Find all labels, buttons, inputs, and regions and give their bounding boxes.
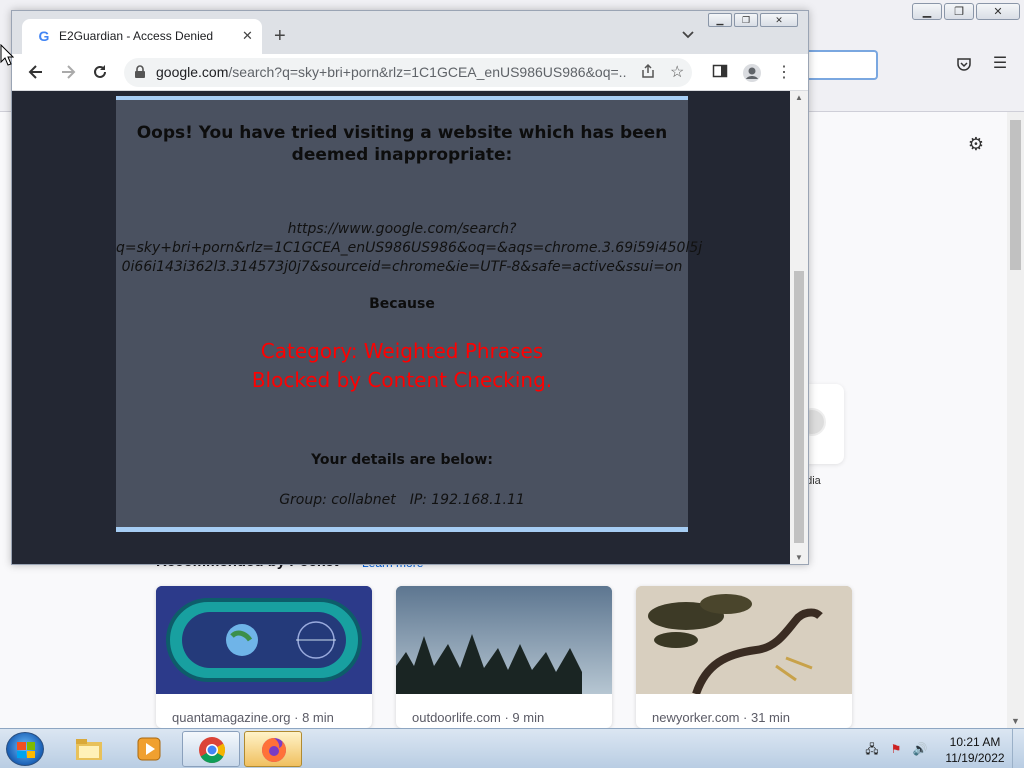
start-button[interactable] xyxy=(6,732,44,766)
pocket-story-card[interactable]: quantamagazine.org · 8 min xyxy=(156,586,372,728)
scroll-down-arrow-icon[interactable]: ▼ xyxy=(795,553,803,562)
system-tray: 🖧 ⚑ 🔊 xyxy=(864,741,928,757)
mouse-pointer-icon xyxy=(0,44,14,66)
firefox-search-input[interactable] xyxy=(806,50,878,80)
chrome-icon xyxy=(199,737,226,764)
address-bar[interactable]: google.com/search?q=sky+bri+porn&rlz=1C1… xyxy=(124,58,692,87)
tab-title: E2Guardian - Access Denied xyxy=(59,29,214,43)
url-path: /search?q=sky+bri+porn&rlz=1C1GCEA_enUS9… xyxy=(228,64,626,80)
chrome-tabstrip: G E2Guardian - Access Denied ✕ + ▁ ❐ ✕ xyxy=(12,11,808,54)
story-source: quantamagazine.org · 8 min xyxy=(172,710,334,725)
group-value: Group: collabnet xyxy=(279,492,396,508)
page-content: Oops! You have tried visiting a website … xyxy=(12,91,790,564)
maximize-button[interactable]: ❐ xyxy=(944,3,974,20)
taskbar-media-player-button[interactable] xyxy=(120,731,178,767)
reason-detail: Blocked by Content Checking. xyxy=(251,368,553,392)
details-label: Your details are below: xyxy=(311,452,493,468)
story-image xyxy=(396,586,612,694)
firefox-icon xyxy=(262,738,286,762)
share-icon[interactable] xyxy=(640,63,656,82)
chrome-scrollbar[interactable]: ▲ ▼ xyxy=(790,91,808,564)
url-text[interactable]: google.com/search?q=sky+bri+porn&rlz=1C1… xyxy=(156,64,626,80)
clock-time: 10:21 AM xyxy=(949,735,1001,749)
chrome-toolbar: google.com/search?q=sky+bri+porn&rlz=1C1… xyxy=(12,54,808,91)
profile-avatar-icon[interactable] xyxy=(742,63,762,83)
hamburger-menu-icon[interactable]: ☰ xyxy=(992,56,1008,72)
media-player-icon xyxy=(137,737,161,761)
close-button[interactable]: ✕ xyxy=(976,3,1020,20)
reload-icon[interactable] xyxy=(90,63,110,83)
pocket-icon[interactable] xyxy=(956,56,972,72)
taskbar-explorer-button[interactable] xyxy=(60,731,118,767)
scroll-up-arrow-icon[interactable]: ▲ xyxy=(795,93,803,102)
scrollbar-thumb[interactable] xyxy=(794,271,804,543)
story-source: outdoorlife.com · 9 min xyxy=(412,710,545,725)
chrome-window-controls: ▁ ❐ ✕ xyxy=(708,13,798,27)
clock[interactable]: 10:21 AM 11/19/2022 xyxy=(938,734,1012,766)
blocked-url: https://www.google.com/search? q=sky+bri… xyxy=(116,221,703,275)
show-desktop-button[interactable] xyxy=(1012,729,1024,768)
tab-access-denied[interactable]: G E2Guardian - Access Denied ✕ xyxy=(22,19,262,54)
story-image xyxy=(636,586,852,696)
windows-logo-icon xyxy=(17,742,35,758)
tab-close-icon[interactable]: ✕ xyxy=(242,28,253,44)
chrome-minimize-button[interactable]: ▁ xyxy=(708,13,732,27)
network-icon[interactable]: 🖧 xyxy=(864,741,880,757)
ip-value: IP: 192.168.1.11 xyxy=(409,492,525,508)
back-arrow-icon[interactable] xyxy=(26,63,46,83)
scroll-down-arrow-icon[interactable]: ▼ xyxy=(1011,716,1020,726)
chrome-window: G E2Guardian - Access Denied ✕ + ▁ ❐ ✕ g… xyxy=(11,10,809,565)
chrome-close-button[interactable]: ✕ xyxy=(760,13,798,27)
scrollbar-thumb[interactable] xyxy=(1010,120,1021,270)
firefox-scrollbar[interactable]: ▼ xyxy=(1007,112,1024,728)
google-favicon-icon: G xyxy=(38,28,50,44)
clock-date: 11/19/2022 xyxy=(945,751,1005,765)
pocket-story-card[interactable]: outdoorlife.com · 9 min xyxy=(396,586,612,728)
lock-icon[interactable] xyxy=(134,65,146,79)
kebab-menu-icon[interactable]: ⋮ xyxy=(774,63,794,83)
access-denied-panel: Oops! You have tried visiting a website … xyxy=(116,96,703,532)
user-details: Group: collabnet IP: 192.168.1.11 xyxy=(116,492,688,508)
action-center-flag-icon[interactable]: ⚑ xyxy=(888,741,904,757)
gear-icon[interactable]: ⚙ xyxy=(966,134,986,154)
chrome-maximize-button[interactable]: ❐ xyxy=(734,13,758,27)
taskbar-firefox-button[interactable] xyxy=(244,731,302,767)
reason-category: Category: Weighted Phrases xyxy=(260,339,544,363)
story-image xyxy=(156,586,372,694)
block-reason: Category: Weighted Phrases Blocked by Co… xyxy=(116,337,688,395)
block-heading: Oops! You have tried visiting a website … xyxy=(136,123,668,165)
volume-icon[interactable]: 🔊 xyxy=(912,741,928,757)
minimize-button[interactable]: ▁ xyxy=(912,3,942,20)
forward-arrow-icon[interactable] xyxy=(58,63,78,83)
bookmark-star-icon[interactable]: ☆ xyxy=(670,62,684,82)
tab-search-chevron-icon[interactable] xyxy=(682,28,694,42)
pocket-story-card[interactable]: newyorker.com · 31 min xyxy=(636,586,852,728)
story-source: newyorker.com · 31 min xyxy=(652,710,790,725)
folder-icon xyxy=(76,739,102,760)
url-host: google.com xyxy=(156,64,229,80)
firefox-window-controls: ▁ ❐ ✕ xyxy=(912,3,1020,20)
taskbar: 🖧 ⚑ 🔊 10:21 AM 11/19/2022 xyxy=(0,728,1024,768)
because-label: Because xyxy=(369,296,435,312)
side-panel-icon[interactable] xyxy=(710,63,730,83)
new-tab-plus-icon[interactable]: + xyxy=(274,26,286,46)
taskbar-chrome-button[interactable] xyxy=(182,731,240,767)
